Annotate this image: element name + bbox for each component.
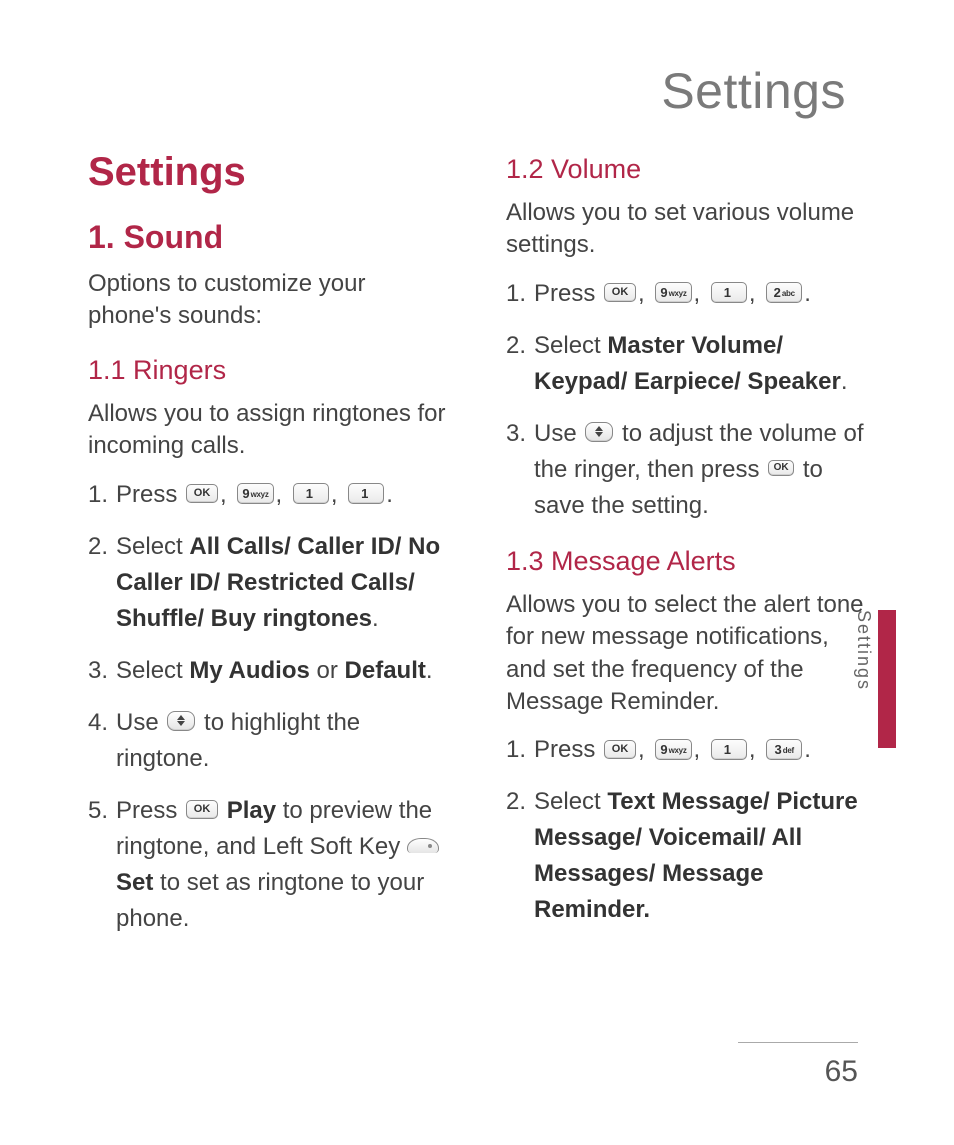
side-tab-bar: [878, 610, 896, 748]
page-number-rule: [738, 1042, 858, 1043]
left-soft-key-icon: [407, 838, 439, 853]
step-text: Use: [534, 420, 583, 447]
key-3-icon: 3def: [766, 739, 802, 760]
two-column-layout: Settings 1. Sound Options to customize y…: [88, 150, 866, 953]
section-side-tab: Settings: [853, 610, 896, 748]
key-1-icon: 1: [293, 483, 329, 504]
step-1: 1. Press OK, 9wxyz, 1 , 2abc.: [506, 276, 866, 312]
key-1-icon: 1: [711, 282, 747, 303]
step-2: 2. Select All Calls/ Caller ID/ No Calle…: [88, 529, 448, 637]
key-9-icon: 9wxyz: [237, 483, 273, 504]
message-alerts-steps: 1. Press OK, 9wxyz, 1 , 3def. 2. Select …: [506, 732, 866, 928]
right-column: 1.2 Volume Allows you to set various vol…: [506, 150, 866, 953]
nav-key-icon: [585, 422, 613, 442]
volume-intro: Allows you to set various volume setting…: [506, 197, 866, 262]
step-text: Press: [534, 736, 602, 763]
step-2: 2. Select Master Volume/ Keypad/ Earpiec…: [506, 328, 866, 400]
step-text: Press: [116, 797, 184, 824]
step-3: 3. Select My Audios or Default.: [88, 653, 448, 689]
message-alerts-intro: Allows you to select the alert tone for …: [506, 589, 866, 719]
manual-page: Settings Settings 1. Sound Options to cu…: [0, 0, 954, 1145]
key-2-icon: 2abc: [766, 282, 802, 303]
step-text: Press: [116, 481, 184, 508]
step-text: Press: [534, 280, 602, 307]
heading-sound: 1. Sound: [88, 219, 448, 256]
ringers-steps: 1. Press OK, 9wxyz, 1 , 1 . 2. Select Al…: [88, 477, 448, 937]
step-text: Select: [534, 332, 607, 359]
step-text: Use: [116, 709, 165, 736]
side-tab-label: Settings: [853, 610, 878, 742]
ok-key-icon: OK: [186, 800, 218, 819]
ok-key-icon: OK: [604, 283, 636, 302]
step-3: 3. Use to adjust the volume of the ringe…: [506, 416, 866, 524]
step-text: or: [317, 657, 345, 684]
step-bold: Play: [227, 797, 276, 824]
step-2: 2. Select Text Message/ Picture Message/…: [506, 784, 866, 928]
heading-ringers: 1.1 Ringers: [88, 355, 448, 386]
heading-volume: 1.2 Volume: [506, 154, 866, 185]
key-1-icon: 1: [348, 483, 384, 504]
volume-steps: 1. Press OK, 9wxyz, 1 , 2abc. 2. Select …: [506, 276, 866, 524]
nav-key-icon: [167, 711, 195, 731]
key-1-icon: 1: [711, 739, 747, 760]
step-text: to set as ringtone to your phone.: [116, 869, 424, 932]
ok-key-icon: OK: [604, 740, 636, 759]
key-9-icon: 9wxyz: [655, 739, 691, 760]
step-5: 5. Press OK Play to preview the ringtone…: [88, 793, 448, 937]
step-bold: Default: [345, 657, 426, 684]
step-1: 1. Press OK, 9wxyz, 1 , 1 .: [88, 477, 448, 513]
step-text: Select: [534, 788, 607, 815]
key-9-icon: 9wxyz: [655, 282, 691, 303]
heading-message-alerts: 1.3 Message Alerts: [506, 546, 866, 577]
step-bold: Set: [116, 869, 153, 896]
step-text: Select: [116, 657, 189, 684]
ringers-intro: Allows you to assign ringtones for incom…: [88, 398, 448, 463]
sound-intro: Options to customize your phone's sounds…: [88, 268, 448, 333]
ok-key-icon: OK: [186, 484, 218, 503]
page-title: Settings: [88, 62, 866, 120]
step-1: 1. Press OK, 9wxyz, 1 , 3def.: [506, 732, 866, 768]
left-column: Settings 1. Sound Options to customize y…: [88, 150, 448, 953]
step-4: 4. Use to highlight the ringtone.: [88, 705, 448, 777]
ok-key-icon: OK: [768, 460, 794, 476]
step-text: Select: [116, 533, 189, 560]
step-bold: My Audios: [189, 657, 309, 684]
page-number: 65: [825, 1055, 858, 1089]
heading-settings: Settings: [88, 150, 448, 195]
